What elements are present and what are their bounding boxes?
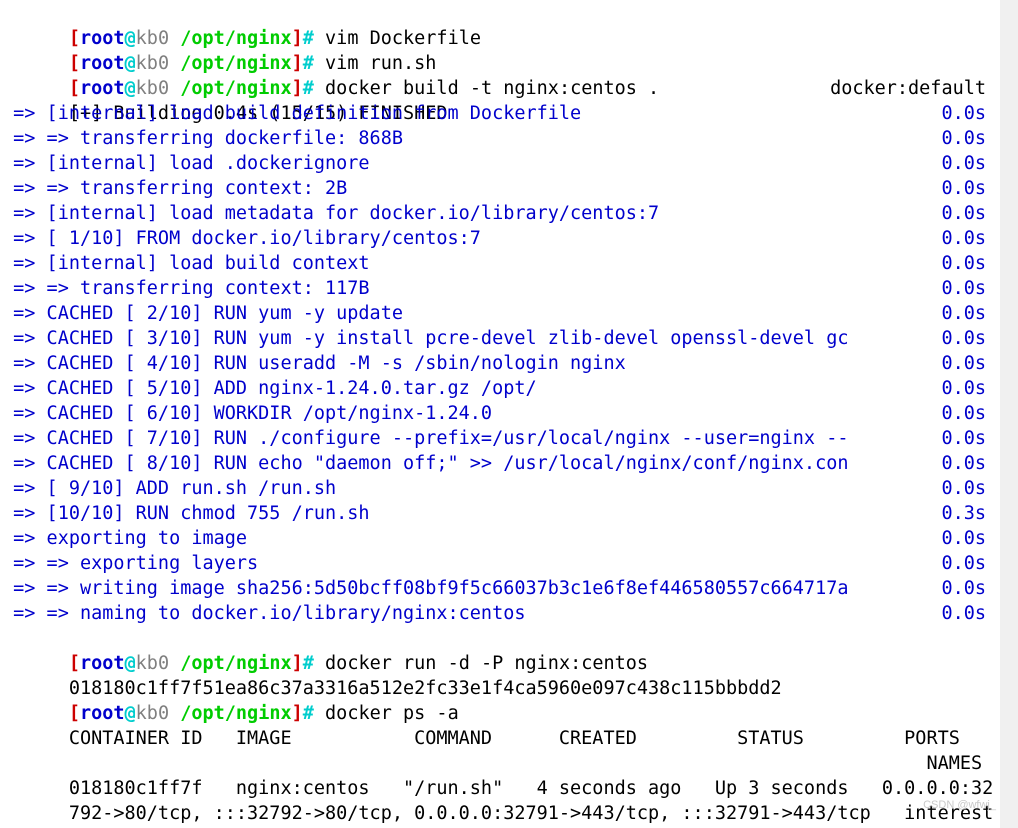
build-step-line: => [10/10] RUN chmod 755 /run.sh 0.3s bbox=[0, 501, 1000, 526]
build-step-line: => => transferring context: 2B 0.0s bbox=[0, 176, 1000, 201]
build-step-duration: 0.0s bbox=[941, 528, 986, 549]
prompt-line-4: [root@kb0 /opt/nginx]# docker run -d -P … bbox=[0, 626, 1000, 674]
build-step-duration: 0.0s bbox=[941, 553, 986, 574]
build-step-line: => [internal] load build definition from… bbox=[0, 101, 1000, 126]
build-step-line: => => exporting layers 0.0s bbox=[0, 551, 1000, 576]
table-row: ing_boyd bbox=[0, 801, 1000, 826]
build-step-duration: 0.3s bbox=[941, 503, 986, 524]
ps-table-header-row-wrap: NAMES bbox=[0, 726, 1000, 774]
build-step-line: => => transferring context: 117B 0.0s bbox=[0, 276, 1000, 301]
build-step-text: => CACHED [ 8/10] RUN echo "daemon off;"… bbox=[2, 453, 849, 474]
build-step-line: => => naming to docker.io/library/nginx:… bbox=[0, 601, 1000, 626]
table-row: 792->80/tcp, :::32792->80/tcp, 0.0.0.0:3… bbox=[0, 776, 1000, 824]
build-step-text: => CACHED [ 4/10] RUN useradd -M -s /sbi… bbox=[2, 353, 626, 374]
prompt-line-5: [root@kb0 /opt/nginx]# docker ps -a bbox=[0, 676, 1000, 724]
build-step-text: => [10/10] RUN chmod 755 /run.sh bbox=[2, 503, 370, 524]
build-step-duration: 0.0s bbox=[941, 178, 986, 199]
build-step-line: => [internal] load .dockerignore 0.0s bbox=[0, 151, 1000, 176]
build-step-line: => => writing image sha256:5d50bcff08bf9… bbox=[0, 576, 1000, 601]
terminal-screen[interactable]: [root@kb0 /opt/nginx]# vim Dockerfile [r… bbox=[0, 0, 1000, 826]
build-step-line: => [ 9/10] ADD run.sh /run.sh 0.0s bbox=[0, 476, 1000, 501]
build-step-duration: 0.0s bbox=[941, 478, 986, 499]
build-step-duration: 0.0s bbox=[941, 153, 986, 174]
build-step-text: => [internal] load build definition from… bbox=[2, 103, 582, 124]
build-step-text: => CACHED [ 2/10] RUN yum -y update bbox=[2, 303, 403, 324]
vertical-scrollbar[interactable] bbox=[1000, 0, 1018, 828]
build-step-list: => [internal] load build definition from… bbox=[0, 101, 1000, 626]
build-step-text: => => exporting layers bbox=[2, 553, 259, 574]
build-step-text: => [ 9/10] ADD run.sh /run.sh bbox=[2, 478, 337, 499]
build-step-text: => => writing image sha256:5d50bcff08bf9… bbox=[2, 578, 849, 599]
build-step-line: => CACHED [ 4/10] RUN useradd -M -s /sbi… bbox=[0, 351, 1000, 376]
build-step-text: => [internal] load build context bbox=[2, 253, 370, 274]
build-step-text: => [ 1/10] FROM docker.io/library/centos… bbox=[2, 228, 481, 249]
build-step-duration: 0.0s bbox=[941, 428, 986, 449]
build-step-line: => [ 1/10] FROM docker.io/library/centos… bbox=[0, 226, 1000, 251]
prompt-line-2: [root@kb0 /opt/nginx]# vim run.sh bbox=[0, 26, 1000, 74]
build-step-text: => => transferring context: 117B bbox=[2, 278, 370, 299]
build-step-text: => CACHED [ 6/10] WORKDIR /opt/nginx-1.2… bbox=[2, 403, 493, 424]
build-step-line: => CACHED [ 8/10] RUN echo "daemon off;"… bbox=[0, 451, 1000, 476]
build-step-duration: 0.0s bbox=[941, 253, 986, 274]
build-step-duration: 0.0s bbox=[941, 603, 986, 624]
build-step-duration: 0.0s bbox=[941, 203, 986, 224]
build-step-line: => CACHED [ 6/10] WORKDIR /opt/nginx-1.2… bbox=[0, 401, 1000, 426]
build-step-line: => [internal] load build context 0.0s bbox=[0, 251, 1000, 276]
build-header-line: [+] Building 0.4s (15/15) FINISHED docker… bbox=[0, 76, 1000, 124]
build-step-line: => CACHED [ 5/10] ADD nginx-1.24.0.tar.g… bbox=[0, 376, 1000, 401]
build-step-text: => [internal] load .dockerignore bbox=[2, 153, 370, 174]
scrollbar-thumb[interactable] bbox=[1000, 0, 1017, 828]
build-step-duration: 0.0s bbox=[941, 328, 986, 349]
build-step-duration: 0.0s bbox=[941, 578, 986, 599]
build-step-duration: 0.0s bbox=[941, 378, 986, 399]
table-row: 018180c1ff7f nginx:centos "/run.sh" 4 se… bbox=[0, 751, 1000, 799]
ps-table-header-row: CONTAINER ID IMAGE COMMAND CREATED STATU… bbox=[0, 701, 1000, 749]
build-step-duration: 0.0s bbox=[941, 128, 986, 149]
build-step-text: => => transferring dockerfile: 868B bbox=[2, 128, 403, 149]
prompt-line-1: [root@kb0 /opt/nginx]# vim Dockerfile bbox=[0, 1, 1000, 49]
build-step-line: => => transferring dockerfile: 868B 0.0s bbox=[0, 126, 1000, 151]
build-step-line: => CACHED [ 3/10] RUN yum -y install pcr… bbox=[0, 326, 1000, 351]
build-step-duration: 0.0s bbox=[941, 403, 986, 424]
terminal-window[interactable]: [root@kb0 /opt/nginx]# vim Dockerfile [r… bbox=[0, 0, 1018, 828]
build-step-duration: 0.0s bbox=[941, 453, 986, 474]
build-step-text: => CACHED [ 5/10] ADD nginx-1.24.0.tar.g… bbox=[2, 378, 537, 399]
build-step-duration: 0.0s bbox=[941, 303, 986, 324]
build-step-text: => [internal] load metadata for docker.i… bbox=[2, 203, 660, 224]
build-driver-label: docker:default bbox=[830, 78, 986, 99]
build-step-line: => CACHED [ 2/10] RUN yum -y update 0.0s bbox=[0, 301, 1000, 326]
prompt-line-3: [root@kb0 /opt/nginx]# docker build -t n… bbox=[0, 51, 1000, 99]
build-step-line: => CACHED [ 7/10] RUN ./configure --pref… bbox=[0, 426, 1000, 451]
build-step-line: => [internal] load metadata for docker.i… bbox=[0, 201, 1000, 226]
container-id-output-line: 018180c1ff7f51ea86c37a3316a512e2fc33e1f4… bbox=[0, 651, 1000, 699]
build-step-line: => exporting to image 0.0s bbox=[0, 526, 1000, 551]
build-step-text: => CACHED [ 7/10] RUN ./configure --pref… bbox=[2, 428, 849, 449]
build-step-duration: 0.0s bbox=[941, 103, 986, 124]
csdn-watermark: CSDN @wfwj_ bbox=[923, 799, 996, 811]
build-step-text: => CACHED [ 3/10] RUN yum -y install pcr… bbox=[2, 328, 849, 349]
build-step-duration: 0.0s bbox=[941, 278, 986, 299]
build-step-text: => exporting to image bbox=[2, 528, 248, 549]
build-step-text: => => transferring context: 2B bbox=[2, 178, 348, 199]
build-step-duration: 0.0s bbox=[941, 228, 986, 249]
build-step-text: => => naming to docker.io/library/nginx:… bbox=[2, 603, 526, 624]
build-step-duration: 0.0s bbox=[941, 353, 986, 374]
